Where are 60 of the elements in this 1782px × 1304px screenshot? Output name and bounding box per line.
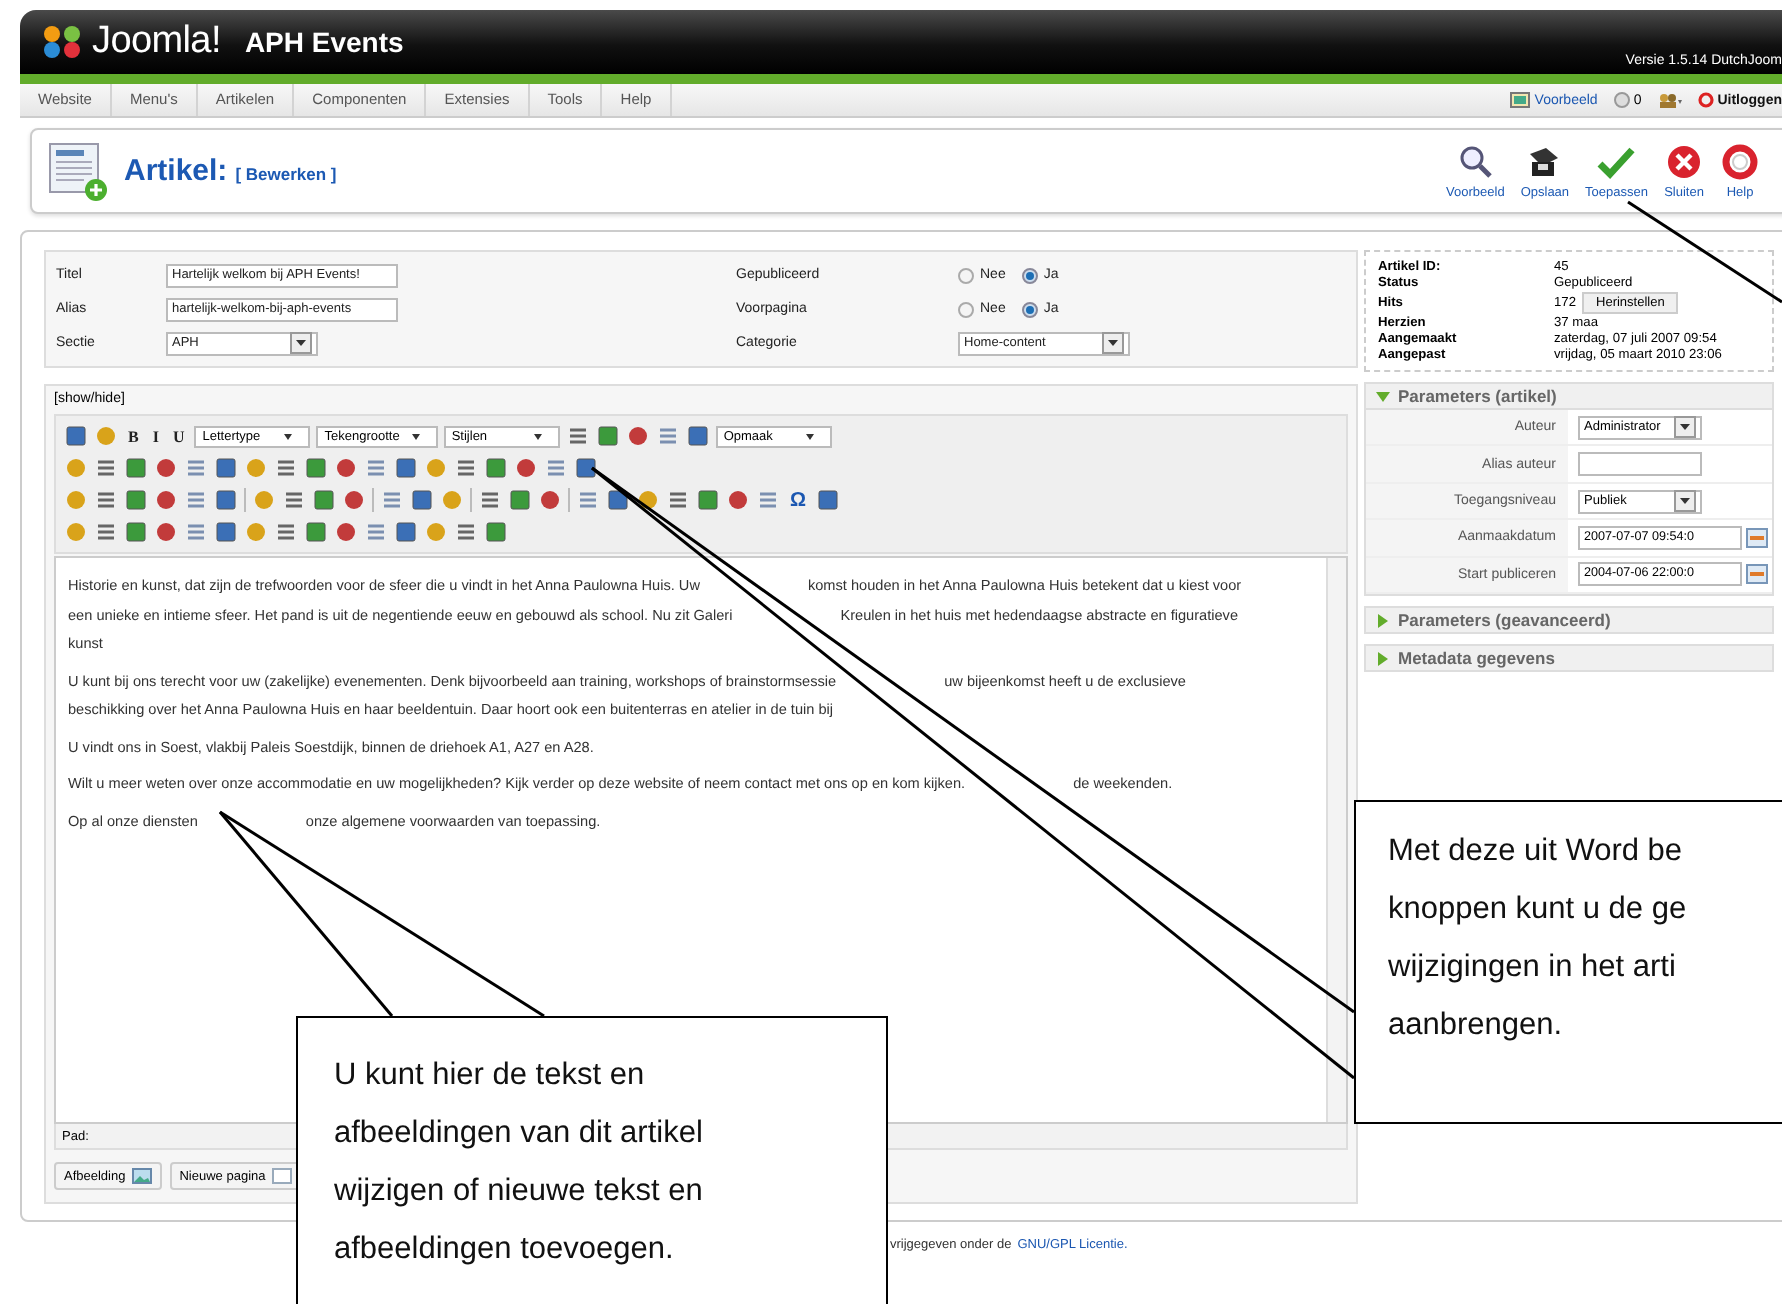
page-icon bbox=[271, 1168, 292, 1184]
format-button[interactable]: Ω bbox=[786, 489, 811, 511]
lines-tool-icon[interactable] bbox=[655, 424, 680, 448]
panel-title: Metadata gegevens bbox=[1398, 648, 1555, 668]
radio-button[interactable] bbox=[958, 267, 974, 283]
format-button[interactable]: I bbox=[148, 427, 163, 445]
lines-tool-icon[interactable] bbox=[94, 520, 118, 544]
panel-header[interactable]: Metadata gegevens bbox=[1364, 644, 1774, 672]
lines-tool-icon[interactable] bbox=[756, 488, 780, 512]
panel-title: Parameters (geavanceerd) bbox=[1398, 610, 1611, 630]
article-add-icon bbox=[48, 141, 108, 201]
lines-tool-icon[interactable] bbox=[184, 456, 208, 480]
radio-button[interactable] bbox=[958, 301, 974, 317]
logout-icon[interactable] bbox=[1697, 92, 1714, 108]
users-icon[interactable] bbox=[1657, 92, 1682, 108]
lines-tool-icon[interactable] bbox=[364, 520, 388, 544]
panel-header[interactable]: Parameters (artikel) bbox=[1364, 382, 1774, 410]
format-button[interactable]: U bbox=[168, 427, 189, 445]
monitor-icon[interactable] bbox=[1510, 91, 1531, 109]
text-field[interactable] bbox=[1578, 452, 1702, 477]
panel-header[interactable]: Parameters (geavanceerd) bbox=[1364, 606, 1774, 634]
logo-text: Joomla! bbox=[92, 20, 221, 64]
lines-tool-icon[interactable] bbox=[94, 488, 118, 512]
page-title: Artikel: bbox=[124, 154, 228, 188]
lines-tool-icon[interactable] bbox=[454, 456, 478, 480]
callout-text: Met deze uit Word be knoppen kunt u de ge wijzigingen in het arti aanbrengen. bbox=[1388, 832, 1689, 1046]
lines-tool-icon[interactable] bbox=[380, 488, 404, 512]
lines-tool-icon[interactable] bbox=[282, 488, 306, 512]
lines-tool-icon[interactable] bbox=[565, 424, 590, 448]
close-icon bbox=[1664, 143, 1704, 179]
lines-tool-icon[interactable] bbox=[94, 456, 118, 480]
site-name: APH Events bbox=[244, 26, 404, 58]
collapsed-triangle-icon[interactable] bbox=[1376, 613, 1390, 627]
square-tool-icon[interactable] bbox=[574, 456, 598, 480]
logo-icon bbox=[40, 22, 84, 62]
square-tool-icon[interactable] bbox=[606, 488, 630, 512]
collapsed-triangle-icon[interactable] bbox=[1376, 651, 1390, 665]
format-button[interactable]: B bbox=[124, 427, 143, 445]
scrollbar[interactable] bbox=[1326, 558, 1346, 1122]
apply-icon bbox=[1596, 143, 1637, 179]
lines-tool-icon[interactable] bbox=[274, 520, 298, 544]
radio-button[interactable] bbox=[1021, 267, 1038, 283]
lines-tool-icon[interactable] bbox=[184, 488, 208, 512]
lines-tool-icon[interactable] bbox=[184, 520, 208, 544]
lines-tool-icon[interactable] bbox=[454, 520, 478, 544]
callout-text: U kunt hier de tekst en afbeeldingen van dit artikel wijzigen of nieuwe tekst en afbeeldingen toevoegen. bbox=[334, 1056, 705, 1270]
panel-title: Parameters (artikel) bbox=[1398, 386, 1557, 406]
image-icon bbox=[131, 1168, 152, 1184]
help-icon bbox=[1720, 143, 1760, 179]
lines-tool-icon[interactable] bbox=[666, 488, 690, 512]
expanded-triangle-icon[interactable] bbox=[1376, 389, 1390, 403]
preview-icon bbox=[1455, 143, 1496, 179]
lines-tool-icon[interactable] bbox=[364, 456, 388, 480]
page-subtitle: [ Bewerken ] bbox=[235, 164, 337, 184]
radio-button[interactable] bbox=[1021, 301, 1038, 317]
calendar-icon[interactable] bbox=[1746, 527, 1768, 548]
lines-tool-icon[interactable] bbox=[274, 456, 298, 480]
circle-tool-icon[interactable] bbox=[636, 488, 660, 512]
lines-tool-icon[interactable] bbox=[478, 488, 502, 512]
calendar-icon[interactable] bbox=[1746, 564, 1768, 585]
